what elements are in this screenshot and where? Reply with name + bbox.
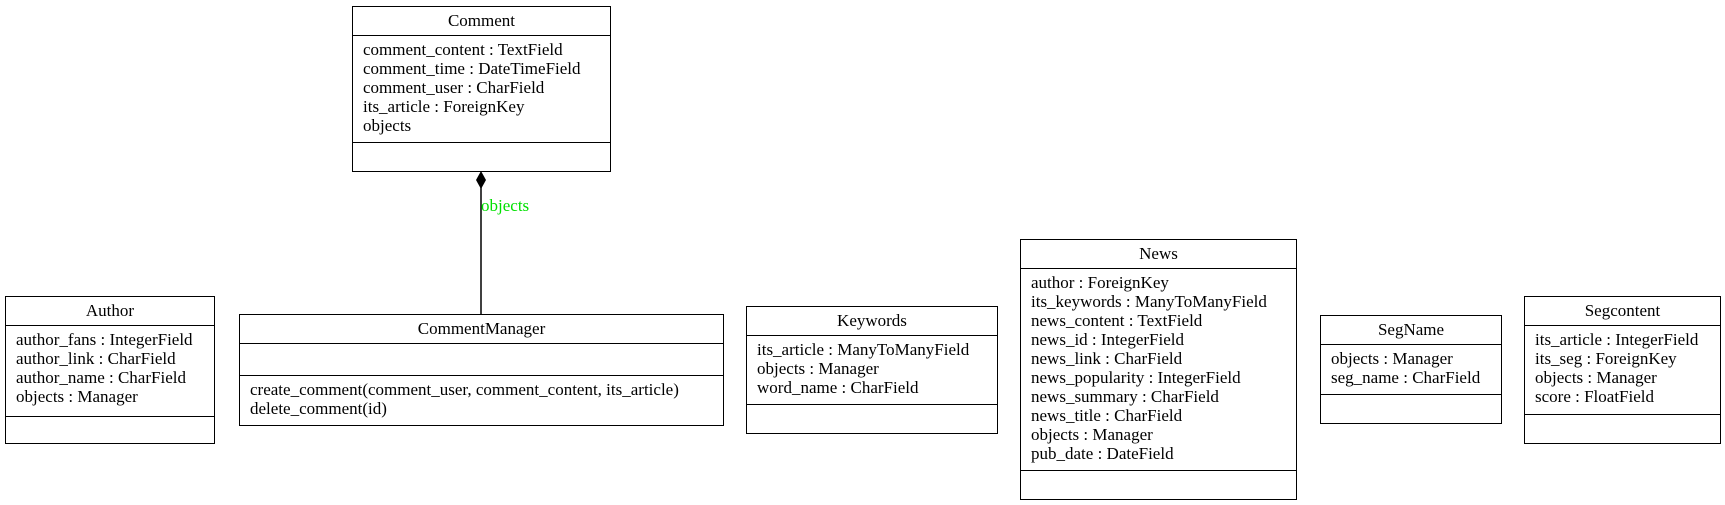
attribute: its_article : ForeignKey [363,97,525,116]
class-news[interactable]: News author : ForeignKey its_keywords : … [1020,239,1297,500]
edge-label-objects: objects [481,196,530,215]
attribute: news_summary : CharField [1031,387,1219,406]
attribute: news_link : CharField [1031,349,1183,368]
class-segcontent[interactable]: Segcontent its_article : IntegerField it… [1524,296,1721,444]
attribute: objects : Manager [16,387,138,406]
class-title: Author [6,297,214,326]
class-title: Segcontent [1525,297,1720,326]
attribute: news_title : CharField [1031,406,1183,425]
methods-section: create_comment(comment_user, comment_con… [240,376,723,421]
attribute: author : ForeignKey [1031,273,1169,292]
class-segname[interactable]: SegName objects : Manager seg_name : Cha… [1320,315,1502,424]
attribute: news_popularity : IntegerField [1031,368,1241,387]
attributes-section [240,344,723,376]
attribute: comment_content : TextField [363,40,563,59]
attribute: objects : Manager [1331,349,1453,368]
attributes-section: author : ForeignKey its_keywords : ManyT… [1021,269,1296,471]
methods-section [1525,415,1720,422]
attribute: news_id : IntegerField [1031,330,1184,349]
method: delete_comment(id) [250,399,387,418]
attribute: author_name : CharField [16,368,186,387]
attribute: author_link : CharField [16,349,176,368]
class-title: Keywords [747,307,997,336]
methods-section [747,405,997,412]
attribute: objects : Manager [1535,368,1657,387]
attribute: pub_date : DateField [1031,444,1174,463]
attribute: its_article : ManyToManyField [757,340,970,359]
composition-diamond-icon [476,171,486,189]
class-author[interactable]: Author author_fans : IntegerField author… [5,296,215,444]
attribute: its_article : IntegerField [1535,330,1699,349]
attributes-section: objects : Manager seg_name : CharField [1321,345,1501,395]
class-title: SegName [1321,316,1501,345]
attribute: its_seg : ForeignKey [1535,349,1677,368]
methods-section [6,417,214,424]
attribute: objects [363,116,412,135]
class-comment[interactable]: Comment comment_content : TextField comm… [352,6,611,172]
attribute: author_fans : IntegerField [16,330,193,349]
methods-section [1021,471,1296,478]
attribute: its_keywords : ManyToManyField [1031,292,1267,311]
class-keywords[interactable]: Keywords its_article : ManyToManyField o… [746,306,998,434]
attribute: score : FloatField [1535,387,1654,406]
attributes-section: author_fans : IntegerField author_link :… [6,326,214,417]
attribute: news_content : TextField [1031,311,1203,330]
class-title: Comment [353,7,610,36]
class-title: CommentManager [240,315,723,344]
attributes-section: its_article : IntegerField its_seg : For… [1525,326,1720,415]
attribute: comment_time : DateTimeField [363,59,581,78]
method: create_comment(comment_user, comment_con… [250,380,679,399]
class-title: News [1021,240,1296,269]
attribute: comment_user : CharField [363,78,545,97]
attribute: objects : Manager [1031,425,1153,444]
attribute: objects : Manager [757,359,879,378]
attribute: seg_name : CharField [1331,368,1481,387]
class-commentmanager[interactable]: CommentManager create_comment(comment_us… [239,314,724,426]
methods-section [1321,395,1501,402]
methods-section [353,143,610,150]
attributes-section: comment_content : TextField comment_time… [353,36,610,143]
attributes-section: its_article : ManyToManyField objects : … [747,336,997,405]
attribute: word_name : CharField [757,378,919,397]
